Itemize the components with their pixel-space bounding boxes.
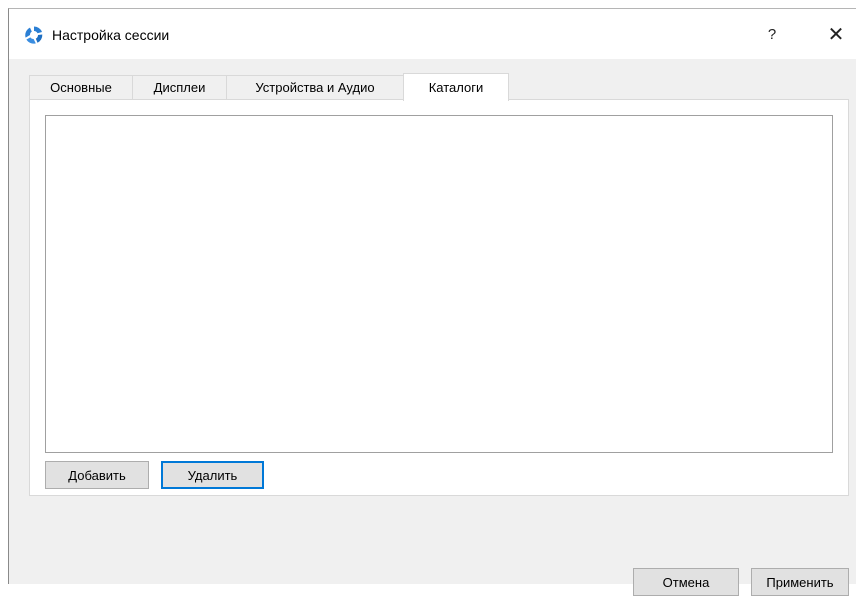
tab-displays[interactable]: Дисплеи — [132, 75, 227, 99]
remove-button[interactable]: Удалить — [161, 461, 264, 489]
catalogs-list[interactable] — [45, 115, 833, 453]
close-button[interactable]: ✕ — [821, 21, 851, 49]
add-button[interactable]: Добавить — [45, 461, 149, 489]
title-bar: Настройка сессии ? ✕ — [9, 9, 856, 59]
tab-catalogs[interactable]: Каталоги — [403, 73, 509, 101]
app-logo-icon — [24, 25, 44, 45]
tab-general[interactable]: Основные — [29, 75, 133, 99]
session-settings-dialog: Настройка сессии ? ✕ Основные Дисплеи Ус… — [8, 8, 856, 596]
window-title: Настройка сессии — [52, 27, 170, 43]
tab-devices-audio[interactable]: Устройства и Аудио — [226, 75, 404, 99]
help-button[interactable]: ? — [757, 21, 787, 49]
apply-button[interactable]: Применить — [751, 568, 849, 596]
catalogs-panel: Добавить Удалить — [29, 99, 849, 496]
cancel-button[interactable]: Отмена — [633, 568, 739, 596]
